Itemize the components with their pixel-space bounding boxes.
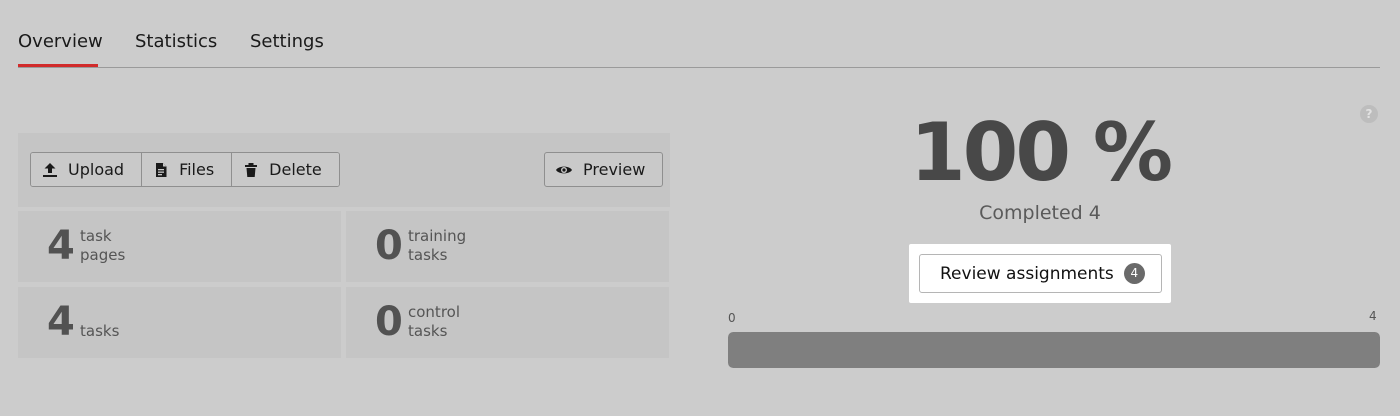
progress-bar-fill [728, 332, 1380, 368]
review-highlight: Review assignments 4 [909, 244, 1171, 303]
stat-label: training tasks [408, 227, 467, 264]
tab-overview[interactable]: Overview [18, 30, 103, 67]
eye-icon [555, 161, 573, 179]
tab-settings[interactable]: Settings [250, 30, 324, 64]
review-label: Review assignments [940, 263, 1114, 284]
review-count-badge: 4 [1123, 263, 1145, 284]
stat-value: 4 [47, 299, 75, 345]
stat-value: 0 [375, 299, 403, 345]
delete-label: Delete [269, 160, 322, 179]
upload-icon [42, 162, 58, 178]
upload-label: Upload [68, 160, 125, 179]
file-toolbar: Upload Files Delete Preview [18, 133, 670, 207]
stat-value: 4 [47, 223, 75, 269]
completed-count: Completed 4 [979, 202, 1101, 224]
files-button[interactable]: Files [141, 153, 232, 186]
file-icon [153, 162, 169, 178]
progress-axis-max: 4 [1369, 309, 1377, 323]
stat-label: task pages [80, 227, 126, 264]
upload-button[interactable]: Upload [31, 153, 142, 186]
progress-bar [728, 332, 1380, 368]
preview-label: Preview [583, 160, 646, 179]
project-overview-page: Overview Statistics Settings Upload File… [0, 0, 1400, 416]
review-assignments-button[interactable]: Review assignments 4 [919, 254, 1162, 293]
completion-percent: 100 % [910, 106, 1173, 199]
file-button-group: Upload Files Delete [30, 152, 340, 187]
preview-button[interactable]: Preview [544, 152, 664, 187]
tab-bar: Overview Statistics Settings [18, 30, 1380, 68]
stat-task-pages: 4 task pages [18, 211, 341, 282]
stat-label: control tasks [408, 303, 460, 340]
stat-label: tasks [80, 322, 120, 340]
tab-statistics[interactable]: Statistics [135, 30, 217, 64]
delete-button[interactable]: Delete [231, 153, 339, 186]
progress-axis-min: 0 [728, 311, 736, 325]
stat-training-tasks: 0 training tasks [346, 211, 669, 282]
files-label: Files [179, 160, 215, 179]
trash-icon [243, 162, 259, 178]
stat-value: 0 [375, 223, 403, 269]
stat-control-tasks: 0 control tasks [346, 287, 669, 358]
stat-tasks: 4 tasks [18, 287, 341, 358]
question-icon[interactable]: ? [1360, 105, 1378, 123]
